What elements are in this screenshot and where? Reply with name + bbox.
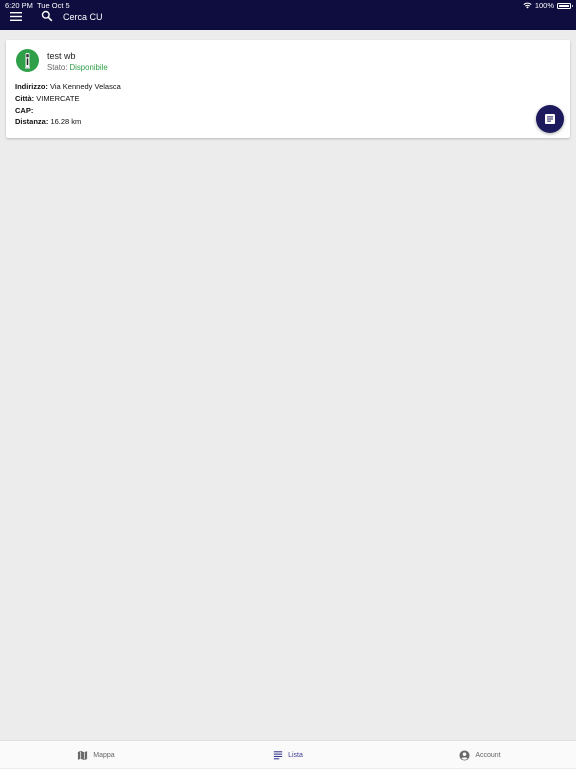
menu-button[interactable] xyxy=(10,9,22,21)
wifi-icon xyxy=(523,2,532,9)
city-row: Città: VIMERCATE xyxy=(15,94,79,103)
cap-row: CAP: xyxy=(15,106,33,115)
address-row: Indirizzo: Via Kennedy Velasca xyxy=(15,82,121,91)
distance-row: Distanza: 16.28 km xyxy=(15,117,81,126)
status-label: Stato: xyxy=(47,63,68,72)
document-icon xyxy=(545,114,555,124)
fuel-pump-icon xyxy=(16,49,39,72)
nav-label-mappa: Mappa xyxy=(93,751,115,759)
station-title: test wb xyxy=(47,51,76,61)
search-input[interactable] xyxy=(63,10,263,23)
result-card[interactable]: test wb Stato: Disponibile Indirizzo: Vi… xyxy=(6,40,570,138)
address-value: Via Kennedy Velasca xyxy=(50,82,121,91)
battery-icon xyxy=(557,2,573,9)
map-icon xyxy=(78,750,88,760)
nav-item-account[interactable]: Account xyxy=(384,741,576,769)
list-icon xyxy=(273,751,283,760)
nav-item-lista[interactable]: Lista xyxy=(192,741,384,769)
distance-label: Distanza: xyxy=(15,117,49,126)
search-icon xyxy=(41,10,53,22)
app-header: 6:20 PM Tue Oct 5 100% xyxy=(0,0,576,30)
nav-label-lista: Lista xyxy=(288,751,303,759)
station-status: Stato: Disponibile xyxy=(47,63,108,72)
hamburger-menu-icon xyxy=(10,12,22,21)
bottom-navigation: Mappa Lista Account xyxy=(0,740,576,768)
status-value: Disponibile xyxy=(69,63,108,72)
city-value: VIMERCATE xyxy=(36,94,80,103)
details-button[interactable] xyxy=(536,105,564,133)
battery-percentage: 100% xyxy=(534,1,554,10)
search-button[interactable] xyxy=(41,9,53,22)
address-label: Indirizzo: xyxy=(15,82,48,91)
city-label: Città: xyxy=(15,94,35,103)
status-indicators: 100% xyxy=(523,0,573,11)
nav-label-account: Account xyxy=(475,751,501,759)
distance-value: 16.28 km xyxy=(50,117,82,126)
account-icon xyxy=(459,749,470,761)
nav-item-mappa[interactable]: Mappa xyxy=(0,741,192,769)
cap-label: CAP: xyxy=(15,106,34,115)
